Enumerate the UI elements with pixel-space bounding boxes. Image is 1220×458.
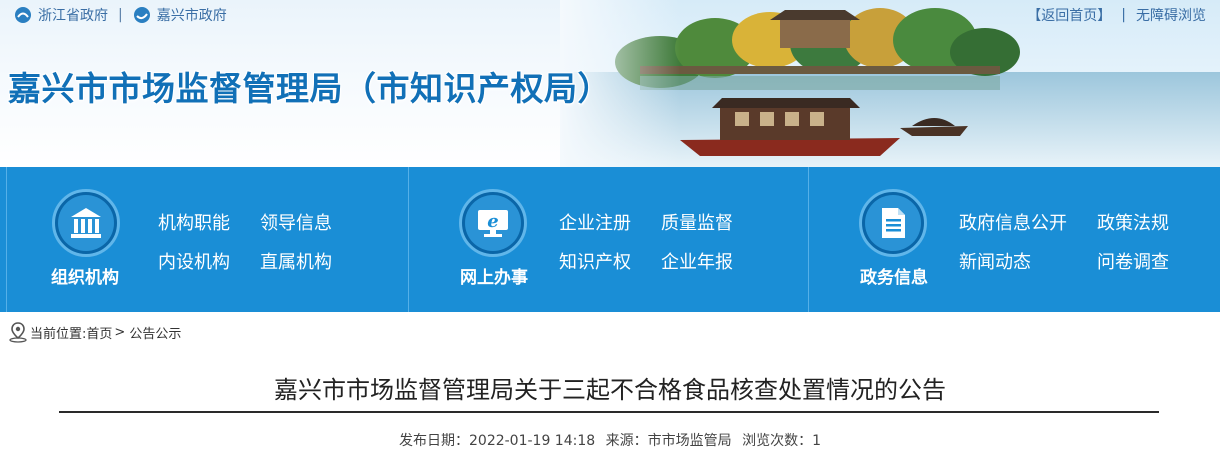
top-right-links: 【返回首页】 | 无障碍浏览 (1027, 4, 1206, 26)
top-links-separator: | (118, 7, 123, 23)
nav-link-intellectual-property[interactable]: 知识产权 (559, 248, 631, 274)
nav-link-internal-departments[interactable]: 内设机构 (158, 248, 230, 274)
nav-link-affiliated-units[interactable]: 直属机构 (260, 248, 332, 274)
breadcrumb: 当前位置: 首页 > 公告公示 (8, 320, 181, 344)
nav-category-online-services[interactable]: 网上办事 (439, 263, 549, 288)
source-value: 市市场监管局 (647, 433, 732, 449)
nav-category-government-info[interactable]: 政务信息 (839, 263, 949, 288)
province-gov-link[interactable]: 浙江省政府 (38, 5, 108, 25)
svg-text:e: e (487, 211, 498, 232)
breadcrumb-prefix: 当前位置: (30, 326, 87, 342)
nav-link-policies-regulations[interactable]: 政策法规 (1097, 209, 1169, 235)
view-count: 浏览次数：1 (742, 433, 821, 449)
header-banner: 浙江省政府 | 嘉兴市政府 【返回首页】 | 无障碍浏览 嘉兴市市场监督管理局（… (0, 0, 1220, 167)
nav-category-organization[interactable]: 组织机构 (30, 263, 140, 288)
nav-block-government-info: 政务信息 政府信息公开 政策法规 新闻动态 问卷调查 (809, 167, 1220, 312)
breadcrumb-current[interactable]: 公告公示 (129, 323, 181, 342)
location-pin-icon (9, 322, 27, 343)
view-count-label: 浏览次数： (742, 433, 813, 449)
nav-link-survey[interactable]: 问卷调查 (1097, 248, 1169, 274)
article-meta: 发布日期：2022-01-19 14:18 来源：市市场监管局 浏览次数：1 (0, 430, 1220, 450)
nav-block-organization: 组织机构 机构职能 领导信息 内设机构 直属机构 (0, 167, 409, 312)
organization-icon-circle[interactable] (52, 189, 120, 257)
top-right-separator: | (1121, 7, 1126, 23)
publish-date-label: 发布日期： (399, 433, 469, 449)
return-home-link[interactable]: 【返回首页】 (1027, 5, 1111, 25)
source-label: 来源： (605, 433, 648, 449)
city-emblem-icon (133, 7, 150, 23)
government-info-icon-circle[interactable] (859, 189, 927, 257)
building-columns-icon (71, 208, 101, 238)
view-count-value: 1 (812, 433, 821, 449)
nav-link-company-registration[interactable]: 企业注册 (559, 209, 631, 235)
publish-date: 发布日期：2022-01-19 14:18 (399, 433, 595, 449)
online-services-icon-circle[interactable]: e (459, 189, 527, 257)
nav-link-quality-supervision[interactable]: 质量监督 (661, 209, 733, 235)
nav-block-online-services: e 网上办事 企业注册 质量监督 知识产权 企业年报 (409, 167, 809, 312)
city-gov-link[interactable]: 嘉兴市政府 (157, 5, 227, 25)
article-title: 嘉兴市市场监督管理局关于三起不合格食品核查处置情况的公告 (274, 376, 946, 404)
top-links: 浙江省政府 | 嘉兴市政府 (14, 4, 227, 26)
title-divider (59, 411, 1159, 413)
site-title: 嘉兴市市场监督管理局（市知识产权局） (8, 69, 611, 108)
province-emblem-icon (15, 7, 31, 23)
accessibility-link[interactable]: 无障碍浏览 (1136, 5, 1206, 25)
nav-link-news[interactable]: 新闻动态 (959, 248, 1031, 274)
nav-link-info-disclosure[interactable]: 政府信息公开 (959, 209, 1067, 235)
nav-link-annual-report[interactable]: 企业年报 (661, 248, 733, 274)
nav-link-leaders[interactable]: 领导信息 (260, 209, 332, 235)
breadcrumb-separator: > (114, 324, 126, 340)
nav-link-functions[interactable]: 机构职能 (158, 209, 230, 235)
document-icon (882, 208, 905, 238)
source: 来源：市市场监管局 (606, 433, 732, 449)
breadcrumb-home-link[interactable]: 首页 (86, 323, 112, 342)
main-nav: 组织机构 机构职能 领导信息 内设机构 直属机构 e 网上办事 企业注册 质量监… (0, 167, 1220, 312)
publish-date-value: 2022-01-19 14:18 (469, 433, 596, 449)
computer-e-icon: e (478, 210, 508, 237)
